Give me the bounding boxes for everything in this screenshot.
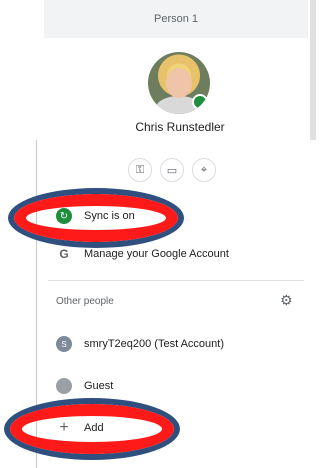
profile-card: Person 1 Chris Runstedler (44, 0, 316, 140)
account-avatar-icon: S (56, 336, 72, 352)
highlight-add-oval (4, 398, 180, 460)
menu-separator (48, 280, 304, 281)
account-row[interactable]: S smryT2eq200 (Test Account) (56, 334, 224, 354)
account-label: smryT2eq200 (Test Account) (84, 338, 225, 350)
gear-icon[interactable]: ⚙ (280, 292, 293, 309)
highlight-sync-oval (8, 188, 184, 248)
card-icon[interactable]: ▭ (160, 158, 184, 182)
manage-account-label: Manage your Google Account (84, 248, 229, 260)
person-header: Person 1 (44, 0, 308, 38)
sync-badge-icon (192, 94, 208, 110)
guest-avatar-icon (56, 378, 72, 394)
avatar-face (166, 68, 192, 98)
google-g-icon: G (59, 247, 69, 261)
guest-row[interactable]: Guest (56, 376, 113, 396)
avatar[interactable] (148, 52, 210, 114)
key-icon[interactable]: ⚿ (128, 158, 152, 182)
location-pin-icon[interactable]: ⌖ (192, 158, 216, 182)
other-people-label: Other people (56, 296, 114, 307)
quick-actions: ⚿ ▭ ⌖ (128, 158, 216, 182)
profile-name: Chris Runstedler (135, 120, 225, 134)
guest-label: Guest (84, 380, 114, 392)
card-edge (310, 0, 316, 140)
